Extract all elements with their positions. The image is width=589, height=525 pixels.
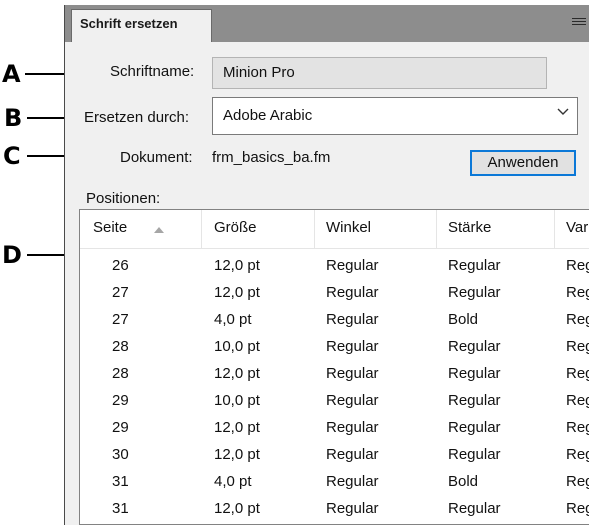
variation-cell: Reg — [566, 419, 589, 436]
variation-cell: Reg — [566, 446, 589, 463]
variation-cell: Reg — [566, 392, 589, 409]
size-cell: 12,0 pt — [214, 500, 260, 517]
table-row[interactable]: 27 12,0 pt Regular Regular Reg — [80, 279, 589, 306]
table-row[interactable]: 31 4,0 pt Regular Bold Reg — [80, 468, 589, 495]
angle-cell: Regular — [326, 284, 379, 301]
weight-cell: Bold — [448, 311, 479, 328]
replace-font-panel: Schrift ersetzen Schriftname: Minion Pro… — [64, 5, 589, 525]
angle-cell: Regular — [326, 446, 379, 463]
page-cell: 29 — [112, 392, 129, 409]
size-cell: 12,0 pt — [214, 257, 260, 274]
callout-b: B — [4, 104, 23, 132]
page-cell: 28 — [112, 338, 129, 355]
weight-cell: Regular — [448, 419, 501, 436]
positions-list[interactable]: Seite Größe Winkel Stärke Var 26 12,0 pt R… — [79, 209, 589, 525]
variation-cell: Reg — [566, 311, 589, 328]
replace-with-value: Adobe Arabic — [223, 107, 313, 124]
font-name-label: Schriftname: — [110, 63, 195, 80]
angle-cell: Regular — [326, 392, 379, 409]
column-header-weight[interactable]: Stärke — [448, 210, 491, 248]
size-cell: 12,0 pt — [214, 365, 260, 382]
replace-with-label: Ersetzen durch: — [84, 109, 190, 126]
column-header-page[interactable]: Seite — [93, 210, 127, 248]
column-separator[interactable] — [314, 210, 315, 248]
weight-cell: Bold — [448, 473, 479, 490]
page-cell: 30 — [112, 446, 129, 463]
page-cell: 26 — [112, 257, 129, 274]
tab-title: Schrift ersetzen — [80, 16, 178, 31]
angle-cell: Regular — [326, 311, 379, 328]
size-cell: 10,0 pt — [214, 392, 260, 409]
column-header-size[interactable]: Größe — [214, 210, 257, 248]
angle-cell: Regular — [326, 473, 379, 490]
angle-cell: Regular — [326, 365, 379, 382]
callout-c: C — [3, 142, 21, 170]
variation-cell: Reg — [566, 500, 589, 517]
weight-cell: Regular — [448, 500, 501, 517]
weight-cell: Regular — [448, 284, 501, 301]
column-header-variation[interactable]: Var — [566, 210, 588, 248]
list-header: Seite Größe Winkel Stärke Var — [80, 210, 589, 249]
page-cell: 27 — [112, 311, 129, 328]
page-cell: 29 — [112, 419, 129, 436]
table-row[interactable]: 29 12,0 pt Regular Regular Reg — [80, 414, 589, 441]
table-row[interactable]: 28 10,0 pt Regular Regular Reg — [80, 333, 589, 360]
column-separator[interactable] — [554, 210, 555, 248]
page-cell: 28 — [112, 365, 129, 382]
sort-ascending-icon — [154, 227, 164, 233]
table-row[interactable]: 26 12,0 pt Regular Regular Reg — [80, 252, 589, 279]
weight-cell: Regular — [448, 257, 501, 274]
variation-cell: Reg — [566, 365, 589, 382]
table-row[interactable]: 30 12,0 pt Regular Regular Reg — [80, 441, 589, 468]
panel-titlebar: Schrift ersetzen — [65, 5, 589, 42]
size-cell: 12,0 pt — [214, 446, 260, 463]
weight-cell: Regular — [448, 365, 501, 382]
font-name-value: Minion Pro — [223, 64, 295, 81]
size-cell: 10,0 pt — [214, 338, 260, 355]
document-label: Dokument: — [120, 149, 193, 166]
replace-with-dropdown[interactable]: Adobe Arabic — [212, 97, 578, 135]
table-row[interactable]: 29 10,0 pt Regular Regular Reg — [80, 387, 589, 414]
apply-button[interactable]: Anwenden — [470, 150, 576, 176]
page-cell: 27 — [112, 284, 129, 301]
angle-cell: Regular — [326, 257, 379, 274]
chevron-down-icon — [557, 108, 569, 115]
angle-cell: Regular — [326, 419, 379, 436]
angle-cell: Regular — [326, 338, 379, 355]
document-value: frm_basics_ba.fm — [212, 149, 331, 166]
table-row[interactable]: 28 12,0 pt Regular Regular Reg — [80, 360, 589, 387]
variation-cell: Reg — [566, 257, 589, 274]
variation-cell: Reg — [566, 473, 589, 490]
size-cell: 12,0 pt — [214, 419, 260, 436]
variation-cell: Reg — [566, 338, 589, 355]
column-header-angle[interactable]: Winkel — [326, 210, 371, 248]
page-cell: 31 — [112, 473, 129, 490]
size-cell: 4,0 pt — [214, 473, 252, 490]
weight-cell: Regular — [448, 338, 501, 355]
size-cell: 4,0 pt — [214, 311, 252, 328]
tab-replace-font[interactable]: Schrift ersetzen — [71, 9, 212, 42]
angle-cell: Regular — [326, 500, 379, 517]
table-row[interactable]: 31 12,0 pt Regular Regular Reg — [80, 495, 589, 522]
column-separator[interactable] — [201, 210, 202, 248]
callout-d: D — [2, 241, 22, 269]
variation-cell: Reg — [566, 284, 589, 301]
page-cell: 31 — [112, 500, 129, 517]
panel-menu-icon[interactable] — [572, 18, 586, 28]
weight-cell: Regular — [448, 392, 501, 409]
positions-label: Positionen: — [86, 190, 161, 207]
column-separator[interactable] — [436, 210, 437, 248]
weight-cell: Regular — [448, 446, 501, 463]
font-name-field: Minion Pro — [212, 57, 547, 89]
size-cell: 12,0 pt — [214, 284, 260, 301]
callout-a: A — [2, 60, 21, 88]
table-row[interactable]: 27 4,0 pt Regular Bold Reg — [80, 306, 589, 333]
